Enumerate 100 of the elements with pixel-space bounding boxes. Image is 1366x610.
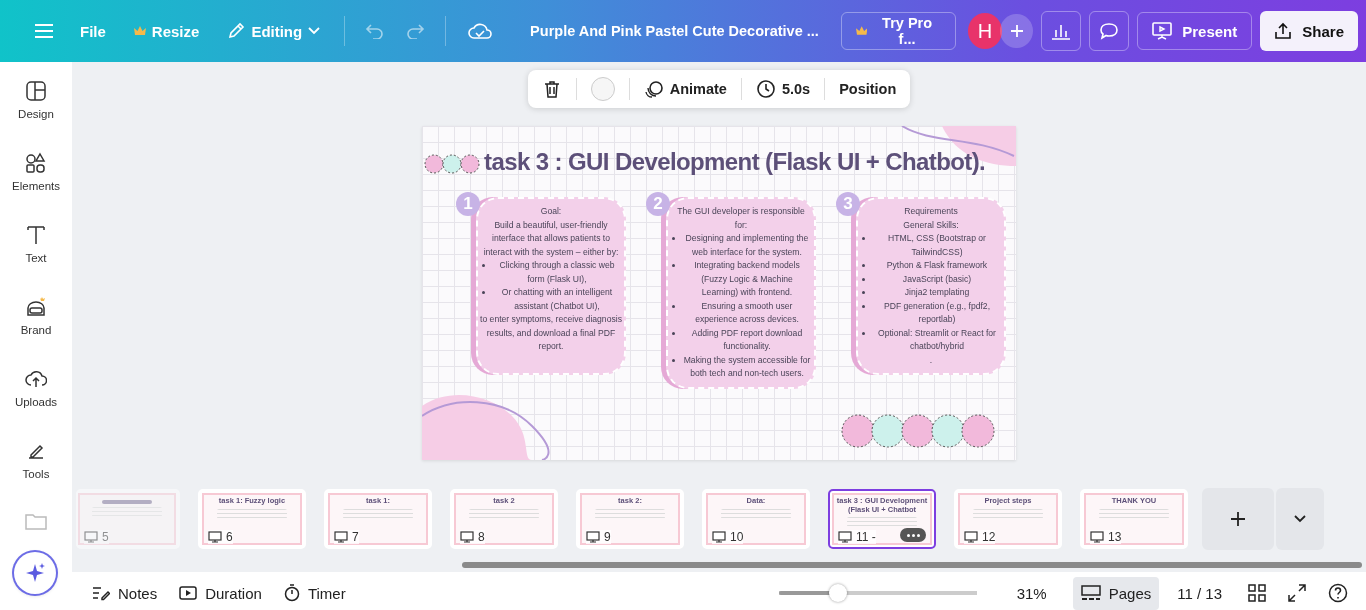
presentation-icon xyxy=(964,531,978,543)
presentation-icon xyxy=(712,531,726,543)
presentation-icon xyxy=(208,531,222,543)
duration-button[interactable]: Duration xyxy=(171,578,270,608)
page-number: 13 xyxy=(1108,530,1122,544)
slide-title: task 3 : GUI Development (Flask UI + Chatbot). xyxy=(484,148,986,176)
slide-text: Requirements xyxy=(904,206,958,216)
slide-text: Making the system accessible for both tech and non-tech users. xyxy=(683,354,811,378)
slide-text: Jinja2 templating xyxy=(904,287,970,297)
fullscreen-icon[interactable] xyxy=(1288,584,1306,602)
slide-text: Optional: Streamlit or React for chatbot/hybrid xyxy=(878,327,996,351)
slide-text: The GUI developer is responsible for: xyxy=(677,206,805,230)
animate-icon xyxy=(643,79,664,99)
presentation-icon xyxy=(838,531,852,543)
duration-button[interactable]: 5.0s xyxy=(755,79,811,99)
slide-text: JavaScript (basic) xyxy=(902,273,972,284)
sidebar-item[interactable]: Elements xyxy=(4,152,68,224)
page-number: 9 xyxy=(604,530,611,544)
try-pro-button[interactable]: Try Pro f... xyxy=(840,12,956,50)
plus-icon xyxy=(1230,511,1246,527)
number-badge: 2 xyxy=(646,192,670,216)
help-icon[interactable] xyxy=(1328,583,1348,603)
page-counter: 11 / 13 xyxy=(1177,584,1222,602)
speech-bubble-icon xyxy=(1099,22,1120,40)
presentation-icon xyxy=(1090,531,1104,543)
cloud-check-icon[interactable] xyxy=(468,22,493,40)
page-number: 5 xyxy=(102,530,109,544)
animate-button[interactable]: Animate xyxy=(643,79,727,99)
color-swatch[interactable] xyxy=(590,77,615,101)
zoom-percentage[interactable]: 31% xyxy=(1016,584,1047,602)
slide-text: HTML, CSS (Bootstrap or TailwindCSS) xyxy=(888,233,986,257)
slide-text: Clicking through a classic web form (Flask UI), xyxy=(499,260,615,284)
notes-button[interactable]: Notes xyxy=(84,578,166,608)
slide-text: PDF generation (e.g., fpdf2, reportlab) xyxy=(883,300,991,324)
sidebar-item[interactable]: Text xyxy=(4,224,68,296)
more-options-button[interactable] xyxy=(900,528,926,542)
insights-button[interactable] xyxy=(1040,11,1081,51)
slide-text: Or chatting with an intelligent assistant (Chatbot UI), xyxy=(501,287,613,311)
notes-icon xyxy=(92,585,110,601)
crown-icon xyxy=(133,26,146,36)
page-number: 10 xyxy=(730,530,744,544)
page-number: 12 xyxy=(982,530,996,544)
share-button[interactable]: Share xyxy=(1260,11,1358,51)
user-avatar[interactable]: H xyxy=(967,13,1003,49)
present-button[interactable]: Present xyxy=(1137,12,1253,50)
presentation-icon xyxy=(586,531,600,543)
slide-text: Designing and implementing the web interface for the system. xyxy=(685,233,809,257)
cloud-upload-icon xyxy=(25,368,47,390)
robot-icon xyxy=(25,296,47,318)
share-icon xyxy=(1274,22,1293,40)
pages-icon xyxy=(1080,585,1101,601)
slide-text: Integrating backend models (Fuzzy Logic & Machine Learning) with frontend. xyxy=(694,260,800,297)
sidebar-item[interactable]: Uploads xyxy=(4,368,68,440)
page-number: 6 xyxy=(226,530,233,544)
pages-button[interactable]: Pages xyxy=(1072,576,1160,610)
number-badge: 1 xyxy=(456,192,480,216)
add-collaborator-button[interactable] xyxy=(1000,14,1033,48)
redo-icon[interactable] xyxy=(405,23,426,39)
presentation-icon xyxy=(84,531,98,543)
slide-text: Python & Flask framework xyxy=(886,260,988,270)
text-icon xyxy=(25,224,47,246)
sticker-drawing xyxy=(424,154,480,174)
clock-icon xyxy=(755,79,776,99)
sidebar-item[interactable]: Design xyxy=(4,80,68,152)
page-number: 8 xyxy=(478,530,485,544)
sidebar-item[interactable]: Tools xyxy=(4,440,68,512)
slide-text: Adding PDF report download functionality. xyxy=(691,327,803,351)
presentation-icon xyxy=(1152,22,1173,40)
menu-icon[interactable] xyxy=(34,23,54,39)
grid-view-icon[interactable] xyxy=(1248,584,1266,602)
crown-icon xyxy=(855,26,868,36)
slide-text: General Skills: xyxy=(903,219,959,230)
page-number: 11 - xyxy=(856,530,876,544)
comment-button[interactable] xyxy=(1089,11,1130,51)
document-title[interactable]: Purple And Pink Pastel Cute Decorative ... xyxy=(530,23,819,39)
slide-text: Build a beautiful, user-friendly interface that allows patients to interact with the system – either by: xyxy=(483,219,619,257)
page-number: 7 xyxy=(352,530,359,544)
bar-chart-icon xyxy=(1050,22,1071,40)
slide-text: . xyxy=(929,354,933,365)
number-badge: 3 xyxy=(836,192,860,216)
sidebar-item[interactable]: Brand xyxy=(4,296,68,368)
play-icon xyxy=(179,586,198,600)
timer-button[interactable]: Timer xyxy=(275,578,354,608)
slide-text: to enter symptoms, receive diagnosis results, and download a final PDF report. xyxy=(480,314,622,351)
slide-text: Ensuring a smooth user experience across devices. xyxy=(695,300,799,324)
position-button[interactable]: Position xyxy=(839,81,897,97)
caret-icon xyxy=(308,27,321,35)
timer-icon xyxy=(283,584,300,602)
title-bar-drawing xyxy=(102,500,152,504)
chevron-down-icon xyxy=(1294,515,1306,523)
scrollbar[interactable] xyxy=(462,562,1362,568)
magic-button[interactable] xyxy=(14,552,56,594)
layout-icon xyxy=(25,80,47,102)
slider-thumb[interactable] xyxy=(829,584,848,602)
pencil-icon xyxy=(227,22,246,40)
undo-icon[interactable] xyxy=(365,23,386,39)
plus-icon xyxy=(1009,24,1024,38)
slide-text: Goal: xyxy=(540,206,562,216)
shapes-icon xyxy=(25,152,47,174)
presentation-icon xyxy=(460,531,474,543)
